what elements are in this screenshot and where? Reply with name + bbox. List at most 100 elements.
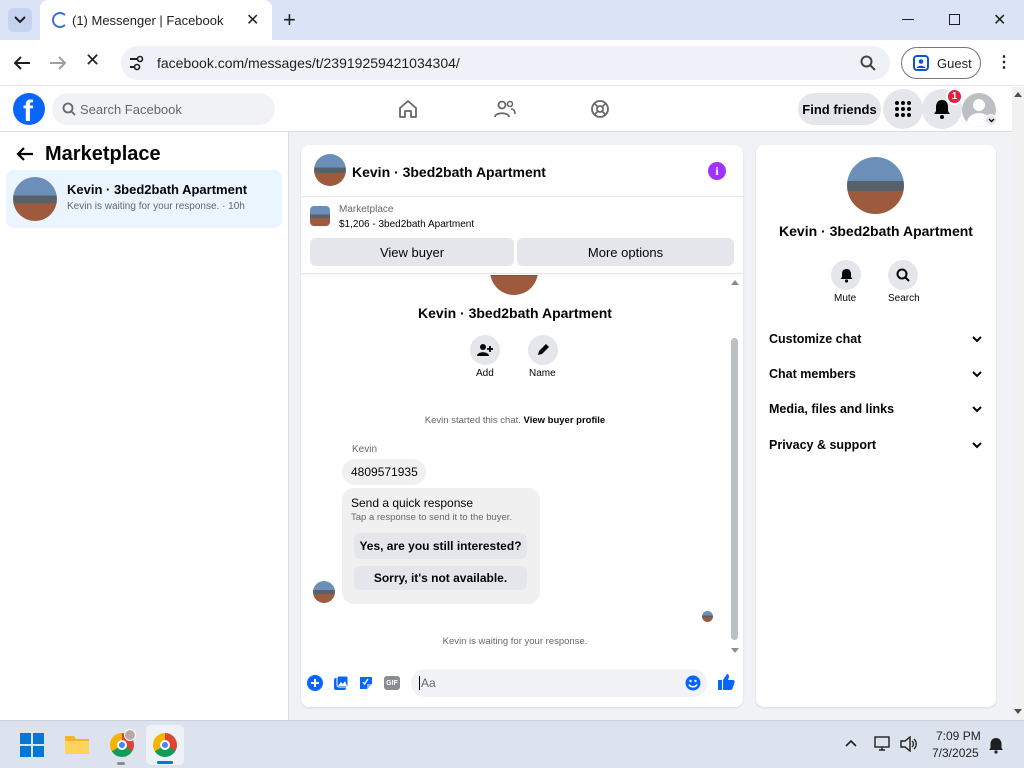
zoom-search-icon[interactable] [860,55,876,71]
back-arrow-icon[interactable] [16,146,34,162]
profile-guest-button[interactable]: Guest [901,47,981,79]
browser-tab[interactable]: (1) Messenger | Facebook ✕ [40,0,272,40]
sender-avatar [313,581,335,603]
forward-arrow-icon[interactable] [49,55,67,71]
facebook-logo-icon[interactable]: f [13,93,45,128]
back-arrow-icon[interactable] [13,55,31,71]
new-tab-icon[interactable]: + [283,7,296,33]
mute-label: Mute [834,293,857,304]
chevron-down-icon [972,406,982,413]
more-actions-icon[interactable] [307,675,323,691]
thumbs-up-icon[interactable] [717,673,735,691]
chat-header-avatar[interactable] [314,154,346,186]
chat-title[interactable]: Kevin · 3bed2bath Apartment [352,164,546,180]
search-icon [896,268,910,282]
grid-menu-icon [895,101,911,117]
sticker-icon[interactable] [358,675,374,691]
sender-name: Kevin [352,444,378,455]
message-bubble[interactable]: 4809571935 [342,459,426,485]
quick-reply-button[interactable]: Sorry, it's not available. [354,566,527,590]
account-chevron-icon[interactable] [985,114,997,126]
conversation-avatar [13,177,57,221]
find-friends-button[interactable]: Find friends [798,93,881,125]
bell-icon [840,268,852,283]
add-people-button[interactable] [470,335,500,365]
read-receipt-avatar [702,611,713,622]
view-buyer-profile-link[interactable]: View buyer profile [524,415,606,426]
thread-scroll-thumb[interactable] [731,338,738,640]
tray-chevron-up-icon[interactable] [845,739,857,747]
clock-date[interactable]: 7/3/2025 [932,746,979,760]
name-label: Name [529,368,556,379]
chevron-down-icon [972,336,982,343]
file-explorer-icon[interactable] [64,733,90,755]
message-input[interactable]: Aa [411,669,707,697]
add-person-icon [477,344,493,356]
thread-profile-avatar [490,275,538,295]
notification-center-bell-icon[interactable] [988,737,1004,754]
windows-taskbar: 7:09 PM 7/3/2025 [0,720,1024,768]
thread-profile-name: Kevin · 3bed2bath Apartment [418,305,612,321]
restore-icon[interactable] [949,14,960,25]
waiting-notice: Kevin is waiting for your response. [442,636,588,647]
windows-start-icon[interactable] [20,733,44,757]
mute-button[interactable] [831,260,861,290]
conversation-item[interactable]: Kevin · 3bed2bath Apartment Kevin is wai… [6,170,282,228]
chat-window: Kevin · 3bed2bath Apartment i Marketplac… [301,145,743,707]
listing-category: Marketplace [339,204,394,215]
menu-grid-button[interactable] [883,89,923,129]
volume-icon[interactable] [900,736,918,752]
conversation-info-panel: Kevin · 3bed2bath Apartment Mute Search … [756,145,996,707]
chevron-down-icon [972,442,982,449]
notification-badge: 1 [946,88,963,105]
listing-detail: $1,206 - 3bed2bath Apartment [339,219,475,230]
search-label: Search [888,293,920,304]
view-buyer-button[interactable]: View buyer [310,238,514,266]
facebook-header: f Search Facebook Find friends 1 [0,87,1012,132]
close-tab-icon[interactable]: ✕ [246,10,259,30]
photo-icon[interactable] [333,675,349,691]
chevron-down-icon [14,16,26,24]
tab-search-button[interactable] [8,8,32,32]
emoji-icon[interactable] [685,675,701,691]
url-text[interactable]: facebook.com/messages/t/2391925942103430… [157,55,460,71]
guest-profile-icon [913,55,929,71]
chevron-down-icon [972,371,982,378]
section-privacy-support[interactable]: Privacy & support [761,431,991,461]
site-info-icon[interactable] [128,55,144,71]
thread-scrollbar[interactable] [730,275,740,662]
home-icon[interactable] [398,99,418,119]
profile-badge-icon [124,729,136,741]
chrome-active-app[interactable] [146,725,184,765]
browser-tab-strip: (1) Messenger | Facebook ✕ + ✕ [0,0,1024,40]
listing-thumbnail[interactable] [310,206,330,226]
omnibox[interactable]: facebook.com/messages/t/2391925942103430… [121,46,890,80]
section-chat-members[interactable]: Chat members [761,360,991,390]
info-name: Kevin · 3bed2bath Apartment [779,223,973,239]
facebook-search-box[interactable]: Search Facebook [52,93,275,125]
stop-loading-icon[interactable]: ✕ [85,50,100,71]
search-in-conversation-button[interactable] [888,260,918,290]
close-window-icon[interactable]: ✕ [993,10,1006,30]
section-media-files-links[interactable]: Media, files and links [761,395,991,425]
tab-title: (1) Messenger | Facebook [72,13,224,28]
minimize-icon[interactable] [902,19,914,20]
gif-icon[interactable]: GIF [384,676,400,690]
quick-response-card: Send a quick response Tap a response to … [342,488,540,604]
quick-response-subtitle: Tap a response to send it to the buyer. [351,512,513,523]
info-icon[interactable]: i [708,162,726,180]
clock-time[interactable]: 7:09 PM [936,729,981,743]
chat-started-notice: Kevin started this chat. View buyer prof… [301,415,729,426]
pencil-icon [538,344,549,355]
search-icon [62,102,76,116]
browser-menu-icon[interactable]: ⋮ [996,52,1012,72]
friends-icon[interactable] [494,99,516,119]
page-scrollbar[interactable] [1012,87,1024,720]
network-icon[interactable] [874,736,892,752]
section-customize-chat[interactable]: Customize chat [761,325,991,355]
gaming-icon[interactable] [590,99,610,119]
quick-response-title: Send a quick response [351,496,474,510]
quick-reply-button[interactable]: Yes, are you still interested? [354,533,527,559]
edit-name-button[interactable] [528,335,558,365]
more-options-button[interactable]: More options [517,238,734,266]
